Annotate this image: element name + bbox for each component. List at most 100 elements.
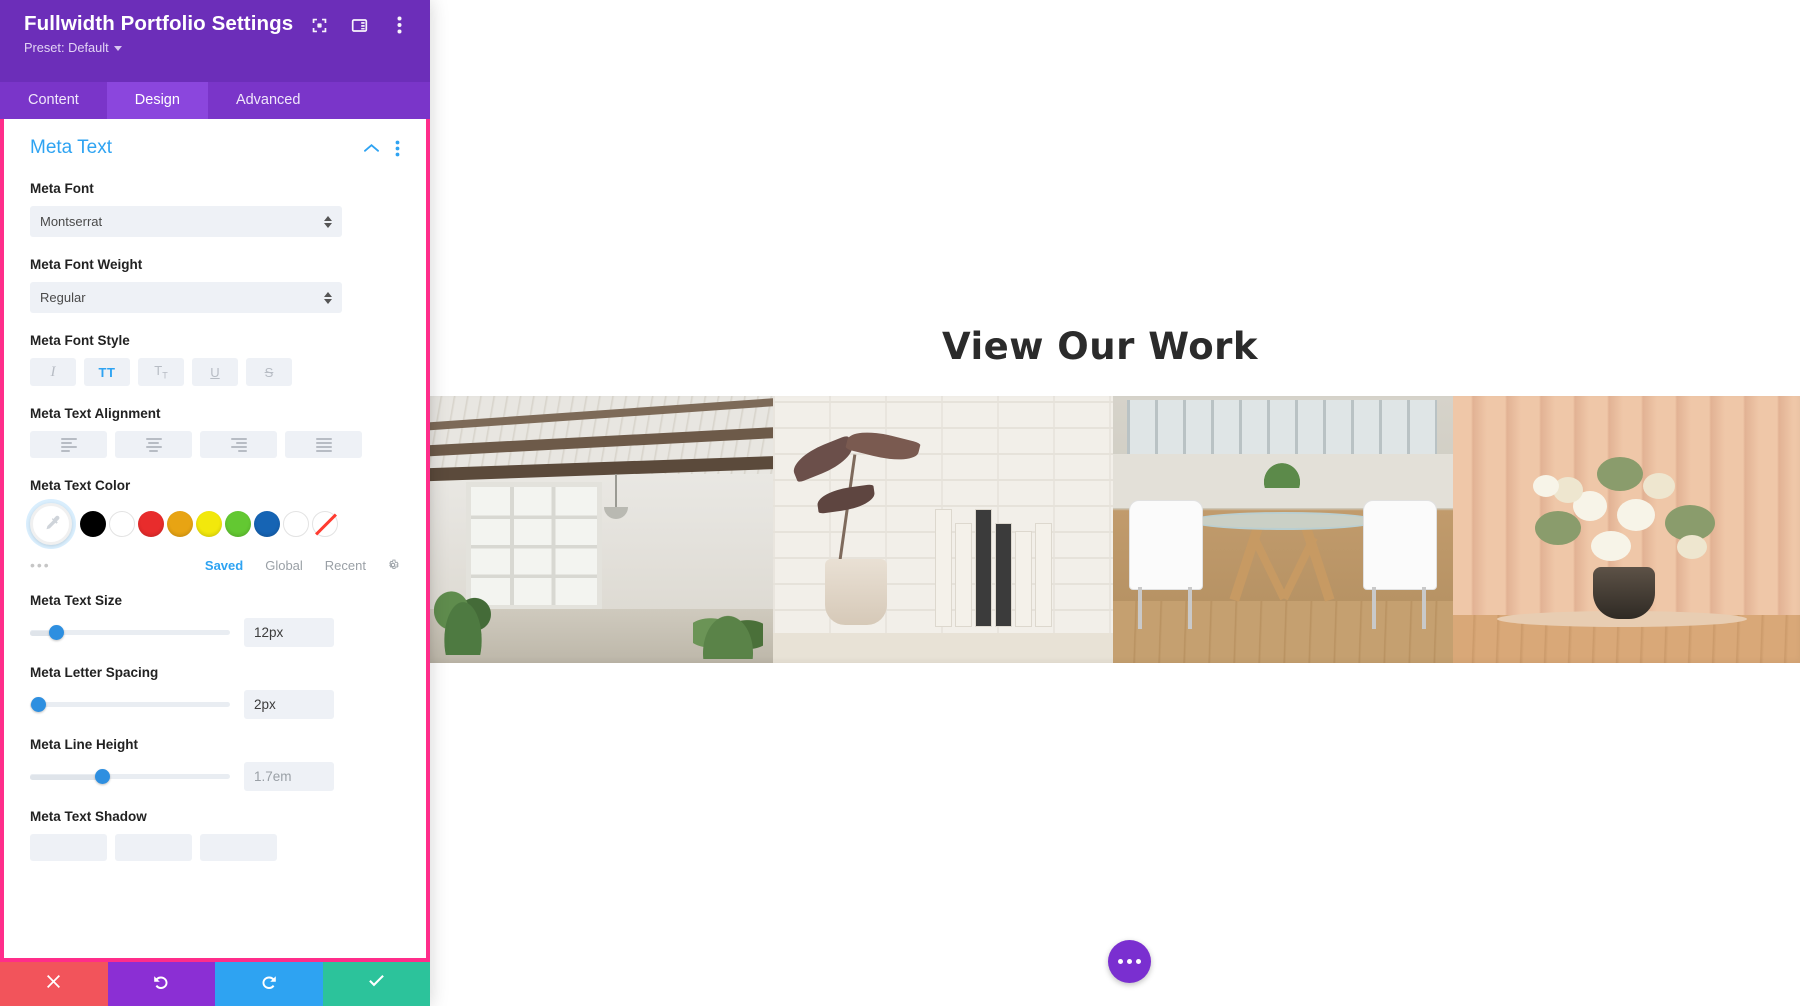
meta-font-weight-label: Meta Font Weight <box>30 257 143 272</box>
undo-button[interactable] <box>107 962 215 1006</box>
swatch-yellow[interactable] <box>196 511 222 537</box>
align-left-icon <box>60 437 77 452</box>
strikethrough-button[interactable]: S <box>246 358 292 386</box>
design-settings-panel: Meta Text Meta Font Montserrat Meta Font… <box>4 119 426 958</box>
lowercase-button[interactable]: TT <box>138 358 184 386</box>
meta-text-alignment-field: Meta Text Alignment <box>30 406 400 458</box>
redo-arrow-icon <box>259 972 279 997</box>
portfolio-gallery <box>430 396 1800 663</box>
font-style-button-row: I TT TT U S <box>30 358 400 386</box>
align-justify-icon <box>315 437 332 452</box>
meta-text-size-slider[interactable] <box>30 622 230 644</box>
swatch-black[interactable] <box>80 511 106 537</box>
color-swatch-row <box>30 503 400 545</box>
color-meta-row: ••• Saved Global Recent <box>30 557 400 573</box>
align-justify-button[interactable] <box>285 431 362 458</box>
layout-panel-icon[interactable] <box>350 16 368 34</box>
dining-table-chairs-photo[interactable] <box>1113 396 1453 663</box>
meta-font-style-label: Meta Font Style <box>30 333 130 348</box>
meta-font-value: Montserrat <box>40 214 103 229</box>
meta-font-select[interactable]: Montserrat <box>30 206 342 237</box>
meta-line-height-slider[interactable] <box>30 766 230 788</box>
meta-line-height-value: 1.7em <box>254 769 292 784</box>
meta-font-weight-value: Regular <box>40 290 86 305</box>
meta-font-weight-field: Meta Font Weight Regular <box>30 257 400 313</box>
checkmark-icon <box>366 971 387 997</box>
meta-text-size-input[interactable]: 12px <box>244 618 334 647</box>
align-left-button[interactable] <box>30 431 107 458</box>
white-brick-plant-books-photo[interactable] <box>773 396 1113 663</box>
swatch-red[interactable] <box>138 511 164 537</box>
page-options-fab[interactable] <box>1108 940 1151 983</box>
meta-font-field: Meta Font Montserrat <box>30 181 400 237</box>
preset-selector[interactable]: Preset: Default <box>24 40 412 55</box>
tab-content[interactable]: Content <box>0 82 107 119</box>
meta-font-weight-select[interactable]: Regular <box>30 282 342 313</box>
meta-font-label: Meta Font <box>30 181 94 196</box>
chevron-up-icon[interactable] <box>364 143 379 153</box>
italic-button[interactable]: I <box>30 358 76 386</box>
underline-button[interactable]: U <box>192 358 238 386</box>
flower-vase-curtain-photo[interactable] <box>1453 396 1800 663</box>
swatch-transparent-none[interactable] <box>312 511 338 537</box>
uppercase-button[interactable]: TT <box>84 358 130 386</box>
meta-font-style-field: Meta Font Style I TT TT U S <box>30 333 400 386</box>
redo-button[interactable] <box>215 962 323 1006</box>
module-settings-modal: Fullwidth Portfolio Settings Preset: Def… <box>0 0 430 1006</box>
underline-icon: U <box>210 364 220 380</box>
text-shadow-preset-2-button[interactable] <box>200 834 277 861</box>
saved-colors-link[interactable]: Saved <box>205 558 243 573</box>
swatch-white[interactable] <box>109 511 135 537</box>
swatch-white-2[interactable] <box>283 511 309 537</box>
meta-text-size-label: Meta Text Size <box>30 593 123 608</box>
vertical-dots-icon[interactable] <box>390 16 408 34</box>
loft-interior-photo[interactable] <box>430 396 773 663</box>
meta-letter-spacing-value: 2px <box>254 697 276 712</box>
eyedropper-icon[interactable] <box>30 503 72 545</box>
modal-header: Fullwidth Portfolio Settings Preset: Def… <box>0 0 430 82</box>
align-right-icon <box>230 437 247 452</box>
save-button[interactable] <box>322 962 430 1006</box>
undo-arrow-icon <box>151 972 171 997</box>
meta-line-height-label: Meta Line Height <box>30 737 139 752</box>
close-x-icon <box>44 972 63 996</box>
global-colors-link[interactable]: Global <box>265 558 303 573</box>
text-shadow-none-button[interactable] <box>30 834 107 861</box>
meta-text-alignment-label: Meta Text Alignment <box>30 406 161 421</box>
meta-letter-spacing-label: Meta Letter Spacing <box>30 665 159 680</box>
meta-text-shadow-field: Meta Text Shadow <box>30 809 400 861</box>
section-title: Meta Text <box>30 137 113 158</box>
swatch-blue[interactable] <box>254 511 280 537</box>
meta-letter-spacing-input[interactable]: 2px <box>244 690 334 719</box>
tab-design[interactable]: Design <box>106 82 208 119</box>
meta-text-color-label: Meta Text Color <box>30 478 131 493</box>
meta-text-size-value: 12px <box>254 625 284 640</box>
gear-icon[interactable] <box>386 558 400 572</box>
updown-arrows-icon <box>324 215 332 228</box>
section-options-vertical-dots-icon[interactable] <box>395 140 400 157</box>
meta-letter-spacing-slider[interactable] <box>30 694 230 716</box>
modal-title: Fullwidth Portfolio Settings <box>24 12 294 35</box>
screen-root: View Our Work Fullwidth Portfolio Settin… <box>0 0 1800 1006</box>
swatch-orange[interactable] <box>167 511 193 537</box>
meta-text-color-field: Meta Text Color ••• Saved Global Recent <box>30 478 400 573</box>
align-center-button[interactable] <box>115 431 192 458</box>
focus-frame-icon[interactable] <box>310 16 328 34</box>
cancel-button[interactable] <box>0 962 108 1006</box>
strikethrough-icon: S <box>264 364 274 380</box>
meta-line-height-input[interactable]: 1.7em <box>244 762 334 791</box>
align-right-button[interactable] <box>200 431 277 458</box>
preset-label: Preset: Default <box>24 40 109 55</box>
meta-text-shadow-label: Meta Text Shadow <box>30 809 147 824</box>
uppercase-icon: TT <box>98 364 116 380</box>
swatch-green[interactable] <box>225 511 251 537</box>
text-shadow-button-row <box>30 834 400 861</box>
alignment-button-row <box>30 431 400 458</box>
meta-letter-spacing-field: Meta Letter Spacing 2px <box>30 665 400 719</box>
updown-arrows-icon <box>324 291 332 304</box>
more-colors-dots-icon[interactable]: ••• <box>30 557 183 573</box>
tab-advanced[interactable]: Advanced <box>208 82 329 119</box>
recent-colors-link[interactable]: Recent <box>325 558 366 573</box>
modal-tabs: Content Design Advanced <box>0 82 430 119</box>
text-shadow-preset-1-button[interactable] <box>115 834 192 861</box>
